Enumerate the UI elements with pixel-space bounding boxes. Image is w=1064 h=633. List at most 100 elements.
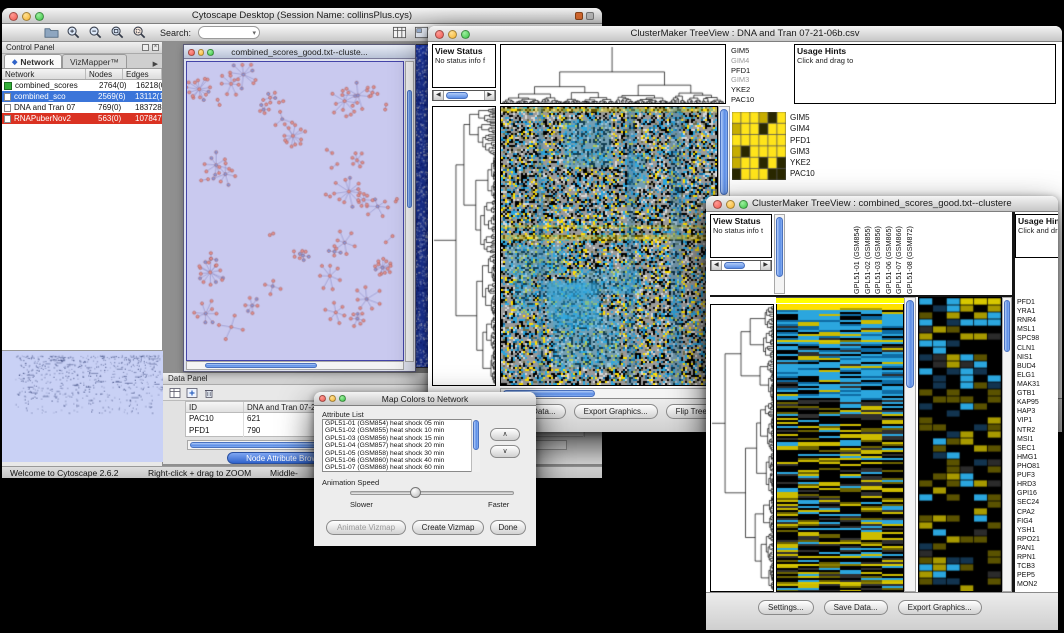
search-caret-icon[interactable]: ▾ — [253, 29, 257, 37]
zoom-button[interactable] — [339, 395, 346, 402]
move-up-button[interactable]: ∧ — [490, 428, 520, 441]
scroll-right-icon[interactable]: ▶ — [484, 91, 495, 100]
attribute-list-item[interactable]: GPL51-03 (GSM856) heat shock 15 min — [323, 435, 479, 442]
scroll-thumb[interactable] — [724, 262, 745, 269]
network-graph-canvas[interactable] — [186, 61, 404, 361]
global-heatmap-canvas[interactable] — [777, 304, 903, 591]
scrollbar-thumb[interactable] — [205, 363, 317, 368]
treeview-dna-titlebar[interactable]: ClusterMaker TreeView : DNA and Tran 07-… — [428, 26, 1062, 42]
gene-label[interactable]: SEC1 — [1017, 445, 1058, 454]
column-label[interactable]: GPL51-06 (GSM865) — [884, 214, 895, 294]
gene-label[interactable]: PFD1 — [790, 135, 834, 146]
gene-label[interactable]: HMG1 — [1017, 454, 1058, 463]
gene-label[interactable]: GIM3 — [790, 146, 834, 157]
scroll-thumb[interactable] — [446, 92, 468, 99]
label-pane-scrollbar[interactable] — [774, 214, 785, 294]
network-horizontal-scrollbar[interactable] — [186, 361, 404, 370]
zoom-button[interactable] — [739, 200, 748, 209]
tab-vizmapper[interactable]: VizMapper™ — [62, 54, 127, 68]
heatmap-canvas[interactable] — [501, 107, 717, 385]
scroll-left-icon[interactable]: ◀ — [711, 261, 722, 270]
status-scroller[interactable]: ◀ ▶ — [432, 90, 496, 101]
top-dendrogram-canvas[interactable] — [501, 45, 725, 103]
network-view-titlebar[interactable]: combined_scores_good.txt--cluste... — [184, 45, 415, 59]
close-panel-icon[interactable]: × — [152, 44, 159, 51]
attribute-list-item[interactable]: GPL51-02 (GSM855) heat shock 10 min — [323, 427, 479, 434]
search-input[interactable]: ▾ — [198, 26, 260, 39]
gene-label[interactable]: GIM4 — [790, 123, 834, 134]
zoom-vertical-scrollbar[interactable] — [1002, 297, 1012, 592]
action-button[interactable]: Export Graphics... — [898, 600, 982, 615]
gene-label[interactable]: GIM4 — [731, 56, 775, 66]
global-vertical-scrollbar[interactable] — [904, 297, 916, 592]
speed-slider-track[interactable] — [350, 491, 514, 495]
create-attribute-icon[interactable] — [186, 387, 198, 399]
action-button[interactable]: Settings... — [758, 600, 814, 615]
close-button[interactable] — [713, 200, 722, 209]
column-label[interactable]: GPL51-02 (GSM855) — [863, 214, 874, 294]
move-down-button[interactable]: ∨ — [490, 445, 520, 458]
network-list-row[interactable]: RNAPuberNov2 563(0) 107847(0) — [2, 113, 162, 124]
minimize-button[interactable] — [726, 200, 735, 209]
row-dendrogram-canvas[interactable] — [711, 305, 773, 591]
gene-label[interactable]: PUF3 — [1017, 472, 1058, 481]
gene-label[interactable]: GIM3 — [731, 75, 775, 85]
attribute-list-item[interactable]: GPL51-04 (GSM857) heat shock 20 min — [323, 442, 479, 449]
gene-label[interactable]: RPO21 — [1017, 536, 1058, 545]
minimize-button[interactable] — [22, 12, 31, 21]
gene-label[interactable]: PFD1 — [1017, 299, 1058, 308]
action-button[interactable]: Save Data... — [824, 600, 888, 615]
close-button[interactable] — [435, 30, 444, 39]
gene-label[interactable]: SEC24 — [1017, 499, 1058, 508]
gene-label[interactable]: YKE2 — [731, 85, 775, 95]
gene-label[interactable]: KAP95 — [1017, 399, 1058, 408]
tab-network[interactable]: ◆Network — [4, 54, 62, 68]
network-list-row[interactable]: combined_sco 2569(6) 13112(15) — [2, 91, 162, 102]
gene-label[interactable]: YSH1 — [1017, 527, 1058, 536]
zoom-button[interactable] — [461, 30, 470, 39]
gene-label[interactable]: NTR2 — [1017, 427, 1058, 436]
scroll-left-icon[interactable]: ◀ — [433, 91, 444, 100]
gene-label[interactable]: ELG1 — [1017, 372, 1058, 381]
network-vertical-scrollbar[interactable] — [405, 61, 414, 362]
attribute-list-item[interactable]: GPL51-06 (GSM860) heat shock 40 min — [323, 457, 479, 464]
gene-label[interactable]: RNR4 — [1017, 317, 1058, 326]
gene-label[interactable]: RPN1 — [1017, 554, 1058, 563]
status-scroller[interactable]: ◀ ▶ — [710, 260, 772, 271]
attribute-list-item[interactable]: GPL51-05 (GSM858) heat shock 30 min — [323, 450, 479, 457]
data-table-icon[interactable] — [392, 25, 407, 40]
gene-label[interactable]: PFD1 — [731, 66, 775, 76]
correlation-matrix-canvas[interactable] — [732, 112, 786, 180]
zoom-icon[interactable] — [207, 49, 214, 56]
create-vizmap-button[interactable]: Create Vizmap — [412, 520, 484, 535]
gene-label[interactable]: FIG4 — [1017, 518, 1058, 527]
delete-attribute-icon[interactable] — [203, 387, 215, 399]
gene-label[interactable]: PAC10 — [790, 168, 834, 179]
zoom-heatmap-canvas[interactable] — [919, 298, 1001, 591]
zoom-in-icon[interactable] — [66, 25, 81, 40]
gene-label[interactable]: PAN1 — [1017, 545, 1058, 554]
zoom-selected-icon[interactable] — [132, 25, 147, 40]
close-button[interactable] — [319, 395, 326, 402]
scrollbar-thumb[interactable] — [906, 300, 914, 388]
minimize-button[interactable] — [448, 30, 457, 39]
cytoscape-titlebar[interactable]: Cytoscape Desktop (Session Name: collins… — [2, 8, 602, 24]
speed-slider-thumb[interactable] — [410, 487, 421, 498]
overview-panel-icon[interactable] — [414, 25, 429, 40]
attribute-list-item[interactable]: GPL51-01 (GSM854) heat shock 05 min — [323, 420, 479, 427]
close-button[interactable] — [9, 12, 18, 21]
gene-label[interactable]: GIM5 — [731, 46, 775, 56]
gene-label[interactable]: MON2 — [1017, 581, 1058, 590]
gene-label[interactable]: SPC98 — [1017, 335, 1058, 344]
attribute-select-icon[interactable] — [169, 387, 181, 399]
gene-label[interactable]: NIS1 — [1017, 354, 1058, 363]
attribute-list[interactable]: GPL51-01 (GSM854) heat shock 05 minGPL51… — [322, 419, 480, 472]
gene-label[interactable]: CLN1 — [1017, 345, 1058, 354]
zoom-out-icon[interactable] — [88, 25, 103, 40]
gene-label[interactable]: MSI1 — [1017, 436, 1058, 445]
column-label[interactable]: GPL51-07 (GSM866) — [894, 214, 905, 294]
float-panel-icon[interactable] — [142, 44, 149, 51]
open-session-icon[interactable] — [44, 25, 59, 40]
gene-label[interactable]: PAC10 — [731, 95, 775, 105]
row-dendrogram-canvas[interactable] — [433, 107, 495, 385]
